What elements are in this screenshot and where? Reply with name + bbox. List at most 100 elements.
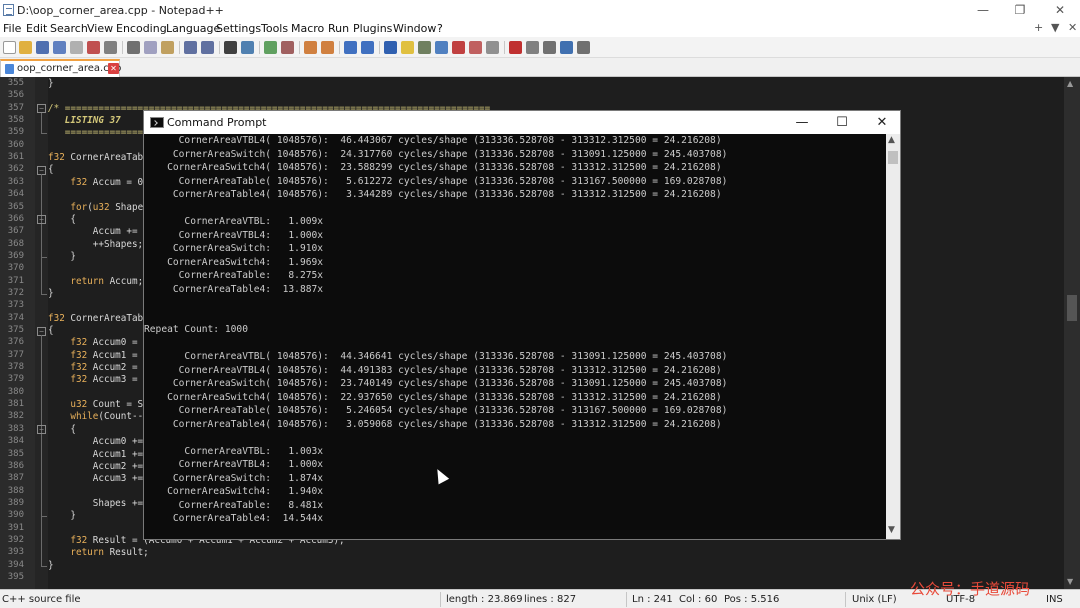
find-icon[interactable] [224, 41, 237, 54]
save-macro-icon[interactable] [577, 41, 590, 54]
line-number: 375 [7, 325, 24, 335]
function-list-icon[interactable] [435, 41, 448, 54]
cmd-output-line: CornerAreaVTBL4: 1.000x [144, 229, 324, 241]
tab-oop-corner-area[interactable]: oop_corner_area.cpp ✕ [0, 59, 121, 77]
cmd-minimize-button[interactable]: — [782, 112, 822, 134]
new-tab-plus-icon[interactable]: + [1034, 21, 1043, 34]
new-file-icon[interactable] [3, 41, 16, 54]
close-doc-icon[interactable]: ✕ [1068, 21, 1077, 34]
cut-icon[interactable] [127, 41, 140, 54]
code-line: } [48, 78, 54, 89]
cmd-scroll-thumb[interactable] [888, 151, 898, 164]
menu-plugins[interactable]: Plugins [353, 22, 392, 35]
word-wrap-icon[interactable] [344, 41, 357, 54]
status-insert-mode[interactable]: INS [1046, 594, 1063, 605]
record-macro-icon[interactable] [509, 41, 522, 54]
line-number: 369 [7, 250, 24, 261]
status-col: Col : 60 [679, 594, 718, 605]
editor-scroll-thumb[interactable] [1067, 295, 1077, 321]
menu-bar: File Edit Search View Encoding Language … [0, 21, 1080, 37]
status-length: length : 23.869 [446, 594, 523, 605]
cmd-scroll-up-icon[interactable]: ▲ [888, 135, 895, 145]
cmd-output-line: CornerAreaSwitch( 1048576): 23.740149 cy… [144, 378, 728, 389]
line-number: 395 [7, 572, 24, 582]
cmd-title: Command Prompt [167, 116, 267, 129]
menu-settings[interactable]: Settings [216, 22, 261, 35]
command-prompt-window[interactable]: Command Prompt — ☐ ✕ CornerAreaVTBL4( 10… [143, 110, 901, 540]
paste-icon[interactable] [161, 41, 174, 54]
cmd-close-button[interactable]: ✕ [862, 112, 902, 134]
stop-macro-icon[interactable] [526, 41, 539, 54]
menu-window[interactable]: Window [393, 22, 436, 35]
cmd-icon [150, 117, 164, 128]
status-divider [845, 592, 846, 607]
fold-line [41, 433, 42, 517]
minimize-button[interactable]: — [975, 2, 991, 18]
menu-view[interactable]: View [87, 22, 113, 35]
run-macro-multiple-icon[interactable] [560, 41, 573, 54]
menu-macro[interactable]: Macro [291, 22, 324, 35]
watermark: 公众号：手道源码 [910, 580, 1031, 598]
cmd-output-line: CornerAreaVTBL: 1.009x [144, 216, 324, 227]
line-number: 373 [7, 300, 24, 311]
monitor-icon[interactable] [469, 41, 482, 54]
replace-icon[interactable] [241, 41, 254, 54]
scroll-up-arrow-icon[interactable]: ▲ [1067, 79, 1073, 88]
close-all-icon[interactable] [87, 41, 100, 54]
cmd-output-line: CornerAreaSwitch4( 1048576): 23.588299 c… [144, 162, 722, 173]
folder-workspace-icon[interactable] [452, 41, 465, 54]
redo-icon[interactable] [201, 41, 214, 54]
zoom-in-icon[interactable] [264, 41, 277, 54]
play-macro-icon[interactable] [543, 41, 556, 54]
close-window-button[interactable]: ✕ [1052, 2, 1068, 18]
status-lines: lines : 827 [524, 594, 577, 605]
menu-help[interactable]: ? [437, 22, 443, 35]
cmd-output[interactable]: CornerAreaVTBL4( 1048576): 46.443067 cyc… [144, 134, 886, 539]
copy-icon[interactable] [144, 41, 157, 54]
line-number: 358 [7, 115, 24, 126]
status-eol[interactable]: Unix (LF) [852, 594, 897, 605]
fold-end [41, 133, 47, 135]
print-icon[interactable] [104, 41, 117, 54]
scroll-down-arrow-icon[interactable]: ▼ [1067, 577, 1073, 586]
menu-tools[interactable]: Tools [261, 22, 288, 35]
line-number: 357 [7, 102, 24, 113]
doc-map-icon[interactable] [418, 41, 431, 54]
cmd-maximize-button[interactable]: ☐ [822, 112, 862, 134]
open-file-icon[interactable] [19, 41, 32, 54]
sync-vertical-icon[interactable] [304, 41, 317, 54]
cmd-output-line: Repeat Count: 1000 [144, 324, 248, 335]
menu-file[interactable]: File [3, 22, 21, 35]
fold-end [41, 516, 47, 518]
undo-icon[interactable] [184, 41, 197, 54]
indent-guide-icon[interactable] [384, 41, 397, 54]
code-line: } [48, 510, 76, 522]
cmd-output-line: CornerAreaTable4( 1048576): 3.059068 cyc… [144, 418, 722, 430]
code-line: } [48, 559, 54, 571]
line-number: 380 [7, 386, 24, 397]
status-ln: Ln : 241 [632, 594, 673, 605]
close-file-icon[interactable] [70, 41, 83, 54]
menu-language[interactable]: Language [166, 22, 220, 35]
eye-icon[interactable] [486, 41, 499, 54]
menu-edit[interactable]: Edit [26, 22, 47, 35]
menu-run[interactable]: Run [328, 22, 349, 35]
line-number: 376 [7, 337, 24, 348]
cmd-scroll-down-icon[interactable]: ▼ [888, 525, 895, 535]
line-number: 374 [7, 312, 24, 323]
tab-list-dropdown-icon[interactable]: ▼ [1051, 21, 1059, 34]
tab-close-icon[interactable]: ✕ [108, 63, 119, 74]
save-all-icon[interactable] [53, 41, 66, 54]
title-bar: D:\oop_corner_area.cpp - Notepad++ — ❐ ✕ [0, 0, 1080, 21]
zoom-out-icon[interactable] [281, 41, 294, 54]
menu-encoding[interactable]: Encoding [116, 22, 167, 35]
sync-horizontal-icon[interactable] [321, 41, 334, 54]
show-all-chars-icon[interactable] [361, 41, 374, 54]
save-icon[interactable] [36, 41, 49, 54]
maximize-button[interactable]: ❐ [1012, 2, 1028, 18]
editor-scrollbar[interactable]: ▲ ▼ [1064, 77, 1080, 589]
cmd-scrollbar[interactable]: ▲ ▼ [886, 134, 900, 539]
udl-icon[interactable] [401, 41, 414, 54]
menu-search[interactable]: Search [50, 22, 88, 35]
cmd-output-line: CornerAreaVTBL4( 1048576): 46.443067 cyc… [144, 135, 722, 146]
